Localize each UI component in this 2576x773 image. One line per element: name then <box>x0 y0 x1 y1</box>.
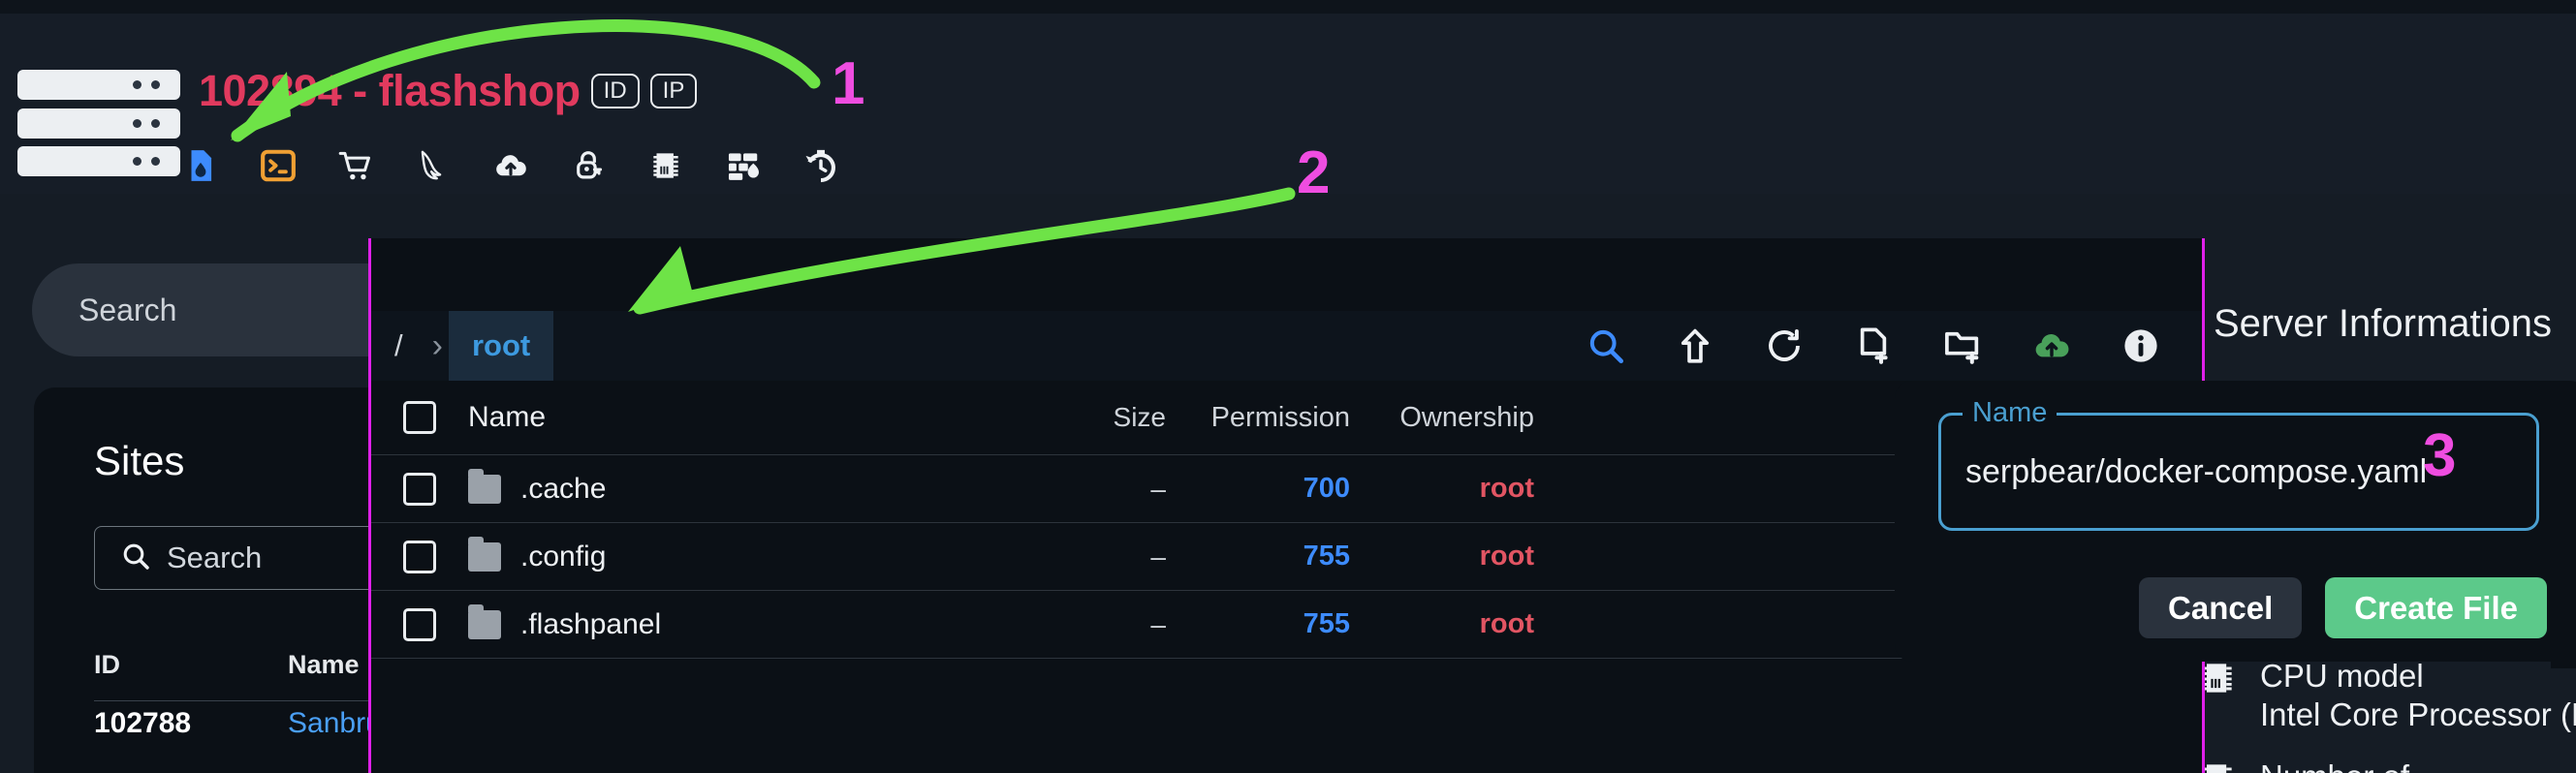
global-search-placeholder: Search <box>79 292 177 327</box>
server-info-item-cpu-model: CPU model Intel Core Processor (H <box>2184 657 2576 735</box>
server-info-key: Number of <box>2260 758 2409 773</box>
create-file-button[interactable]: Create File <box>2325 577 2547 638</box>
row-checkbox[interactable] <box>371 472 468 506</box>
mysql-dolphin-icon[interactable] <box>415 147 452 184</box>
file-col-ownership[interactable]: Ownership <box>1350 402 1534 434</box>
top-strip <box>0 0 2576 14</box>
cloud-upload-icon[interactable] <box>492 147 529 184</box>
server-info-item-number-of: Number of <box>2184 758 2576 773</box>
select-all-checkbox[interactable] <box>371 401 468 434</box>
dialog-buttons: Cancel Create File <box>2139 577 2547 638</box>
file-size-cell: – <box>1150 473 1166 504</box>
terminal-icon[interactable] <box>260 147 297 184</box>
row-checkbox[interactable] <box>371 540 468 573</box>
file-size-cell: – <box>1150 541 1166 572</box>
header-icon-row <box>182 147 839 184</box>
create-file-dialog: Name serpbear/docker-compose.yaml Cancel… <box>1895 381 2576 662</box>
annotation-number-3: 3 <box>2423 422 2457 489</box>
badge-id[interactable]: ID <box>590 74 640 108</box>
table-row-divider <box>371 658 2202 726</box>
file-col-name[interactable]: Name <box>468 401 982 434</box>
new-file-icon[interactable] <box>1853 325 1894 366</box>
file-name-cell[interactable]: .cache <box>468 468 982 506</box>
page-title: 102894 - flashshop <box>199 66 581 115</box>
folder-icon <box>468 468 501 504</box>
sites-col-id: ID <box>94 650 120 679</box>
annotation-number-2: 2 <box>1297 139 1331 206</box>
file-name-cell[interactable]: .flashpanel <box>468 603 982 641</box>
breadcrumb-item-root[interactable]: root <box>448 311 554 381</box>
sites-col-name: Name <box>288 650 360 679</box>
file-name-cell[interactable]: .config <box>468 536 982 573</box>
server-informations-header: i Server Informations <box>2153 301 2552 346</box>
cloud-upload-icon[interactable] <box>2031 325 2072 366</box>
file-size-cell: – <box>1150 608 1166 639</box>
app-root: 102894 - flashshop ID IP Search Sites Se… <box>0 0 2576 773</box>
badge-ip[interactable]: IP <box>649 74 698 108</box>
search-icon <box>120 541 151 576</box>
folder-icon <box>468 536 501 572</box>
row-checkbox[interactable] <box>371 607 468 641</box>
file-col-size[interactable]: Size <box>982 402 1166 433</box>
annotation-number-1: 1 <box>832 50 865 117</box>
file-manager-tool-buttons <box>1586 325 2202 366</box>
cart-icon[interactable] <box>337 147 374 184</box>
file-manager-icon[interactable] <box>182 147 219 184</box>
upload-arrow-icon[interactable] <box>1675 325 1715 366</box>
search-icon[interactable] <box>1586 325 1626 366</box>
file-name-field-label: Name <box>1963 397 2058 429</box>
file-permission-cell[interactable]: 755 <box>1166 608 1350 640</box>
file-permission-cell[interactable]: 755 <box>1166 541 1350 572</box>
file-name-field-value[interactable]: serpbear/docker-compose.yaml <box>1941 453 2427 491</box>
cancel-button[interactable]: Cancel <box>2139 577 2303 638</box>
server-stack-icon <box>17 70 180 176</box>
file-permission-cell[interactable]: 700 <box>1166 473 1350 505</box>
file-manager-toolbar: / › root <box>371 311 2202 381</box>
lock-key-icon[interactable] <box>570 147 607 184</box>
timer-restore-icon[interactable] <box>802 147 839 184</box>
folder-icon <box>468 603 501 639</box>
server-informations-title: Server Informations <box>2214 301 2553 345</box>
sites-cell-id: 102788 <box>94 707 192 739</box>
file-ownership-cell[interactable]: root <box>1350 608 1534 640</box>
firewall-icon[interactable] <box>725 147 762 184</box>
refresh-icon[interactable] <box>1764 325 1805 366</box>
info-icon[interactable] <box>2120 325 2161 366</box>
breadcrumb: / › root <box>371 311 554 381</box>
server-info-value: Intel Core Processor (H <box>2260 696 2576 733</box>
memory-chip-icon[interactable] <box>647 147 684 184</box>
file-ownership-cell[interactable]: root <box>1350 473 1534 505</box>
new-folder-icon[interactable] <box>1942 325 1983 366</box>
page-header: 102894 - flashshop ID IP <box>0 14 2576 194</box>
page-title-row: 102894 - flashshop ID IP <box>199 66 698 116</box>
file-col-permission[interactable]: Permission <box>1166 402 1350 434</box>
breadcrumb-root-slash[interactable]: / <box>371 311 426 381</box>
sites-search-placeholder: Search <box>167 541 263 574</box>
chevron-right-icon: › <box>431 326 443 364</box>
server-info-key: CPU model <box>2260 658 2424 694</box>
file-ownership-cell[interactable]: root <box>1350 541 1534 572</box>
